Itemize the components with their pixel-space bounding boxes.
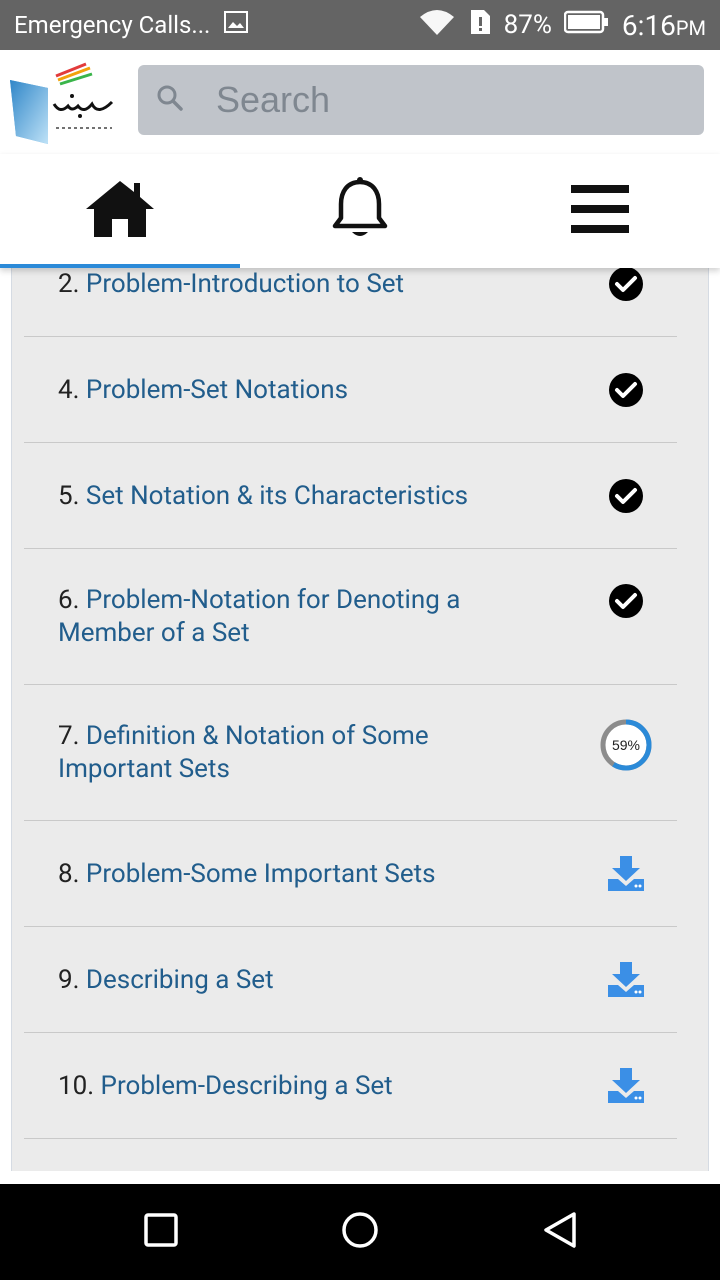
- lesson-title: 10. Problem-Describing a Set: [58, 1070, 518, 1103]
- lesson-title: 7. Definition & Notation of Some Importa…: [58, 720, 528, 786]
- lesson-title-text: Set Notation & its Characteristics: [85, 481, 469, 511]
- lesson-title-text: Problem-Set Notations: [85, 375, 349, 405]
- home-icon: [84, 179, 156, 243]
- lesson-item[interactable]: 6. Problem-Notation for Denoting a Membe…: [24, 549, 677, 685]
- lesson-title-text: Problem-Notation for Denoting a Member o…: [58, 585, 461, 648]
- lesson-item[interactable]: 7. Definition & Notation of Some Importa…: [24, 685, 677, 821]
- tab-notifications[interactable]: [240, 154, 480, 268]
- lesson-title-text: Problem-Some Important Sets: [85, 859, 436, 889]
- battery-icon: [563, 10, 610, 40]
- completed-check-icon: [598, 468, 654, 524]
- lesson-number: 2.: [58, 269, 80, 299]
- bell-icon: [331, 176, 389, 246]
- clock-time: 6:16: [621, 8, 676, 42]
- sim-alert-icon: [468, 9, 492, 41]
- download-icon[interactable]: [598, 845, 654, 901]
- battery-percent: 87%: [503, 10, 552, 40]
- lesson-number: 7.: [58, 721, 80, 751]
- download-icon[interactable]: [598, 951, 654, 1007]
- image-notification-icon: [224, 11, 249, 39]
- completed-check-icon: [598, 268, 654, 312]
- recents-button[interactable]: [135, 1206, 187, 1258]
- lesson-title-text: Problem-Describing a Set: [100, 1071, 393, 1101]
- lesson-title: 4. Problem-Set Notations: [58, 374, 518, 407]
- square-icon: [144, 1213, 178, 1251]
- lesson-title-text: Definition & Notation of Some Important …: [58, 721, 429, 784]
- download-icon[interactable]: [598, 1057, 654, 1113]
- lesson-title-text: Describing a Set: [85, 965, 274, 995]
- notification-text: Emergency Calls...: [14, 11, 211, 39]
- back-triangle-icon: [542, 1211, 578, 1253]
- lesson-item[interactable]: 8. Problem-Some Important Sets: [24, 821, 677, 927]
- lesson-number: 8.: [58, 859, 80, 889]
- lesson-item[interactable]: 4. Problem-Set Notations: [24, 337, 677, 443]
- circle-icon: [341, 1211, 379, 1253]
- main-nav: [0, 154, 720, 268]
- lesson-title-text: Problem-Introduction to Set: [85, 269, 405, 299]
- lesson-number: 9.: [58, 965, 80, 995]
- lesson-title: 8. Problem-Some Important Sets: [58, 858, 518, 891]
- active-tab-indicator: [0, 264, 240, 268]
- home-button[interactable]: [334, 1206, 386, 1258]
- progress-ring: 59%: [598, 717, 654, 773]
- completed-check-icon: [598, 362, 654, 418]
- lesson-number: 5.: [58, 481, 80, 511]
- lesson-title: 9. Describing a Set: [58, 964, 518, 997]
- wifi-icon: [418, 7, 456, 43]
- progress-percent: 59%: [611, 737, 641, 753]
- lesson-title: 5. Set Notation & its Characteristics: [58, 480, 518, 513]
- lesson-number: 4.: [58, 375, 80, 405]
- search-bar[interactable]: [138, 65, 704, 135]
- app-logo[interactable]: [8, 58, 124, 148]
- lesson-item[interactable]: 10. Problem-Describing a Set: [24, 1033, 677, 1139]
- completed-check-icon: [598, 573, 654, 629]
- lesson-title: 2. Problem-Introduction to Set: [58, 268, 518, 301]
- app-header: [0, 50, 720, 154]
- search-input[interactable]: [216, 79, 656, 121]
- back-button[interactable]: [534, 1206, 586, 1258]
- lesson-item[interactable]: 2. Problem-Introduction to Set: [24, 268, 677, 337]
- system-nav-bar: [0, 1184, 720, 1280]
- status-bar: Emergency Calls... 87% 6:16PM: [0, 0, 720, 50]
- hamburger-menu-icon: [571, 184, 629, 238]
- lesson-number: 6.: [58, 585, 80, 615]
- tab-home[interactable]: [0, 154, 240, 268]
- lesson-title: 6. Problem-Notation for Denoting a Membe…: [58, 584, 528, 650]
- lesson-number: 10.: [58, 1071, 95, 1101]
- clock-suffix: PM: [675, 15, 706, 40]
- search-icon: [156, 84, 184, 116]
- lesson-list: 2. Problem-Introduction to Set 4. Proble…: [11, 268, 709, 1171]
- clock: 6:16PM: [622, 9, 706, 42]
- lesson-item[interactable]: 5. Set Notation & its Characteristics: [24, 443, 677, 549]
- lesson-item[interactable]: 9. Describing a Set: [24, 927, 677, 1033]
- tab-menu[interactable]: [480, 154, 720, 268]
